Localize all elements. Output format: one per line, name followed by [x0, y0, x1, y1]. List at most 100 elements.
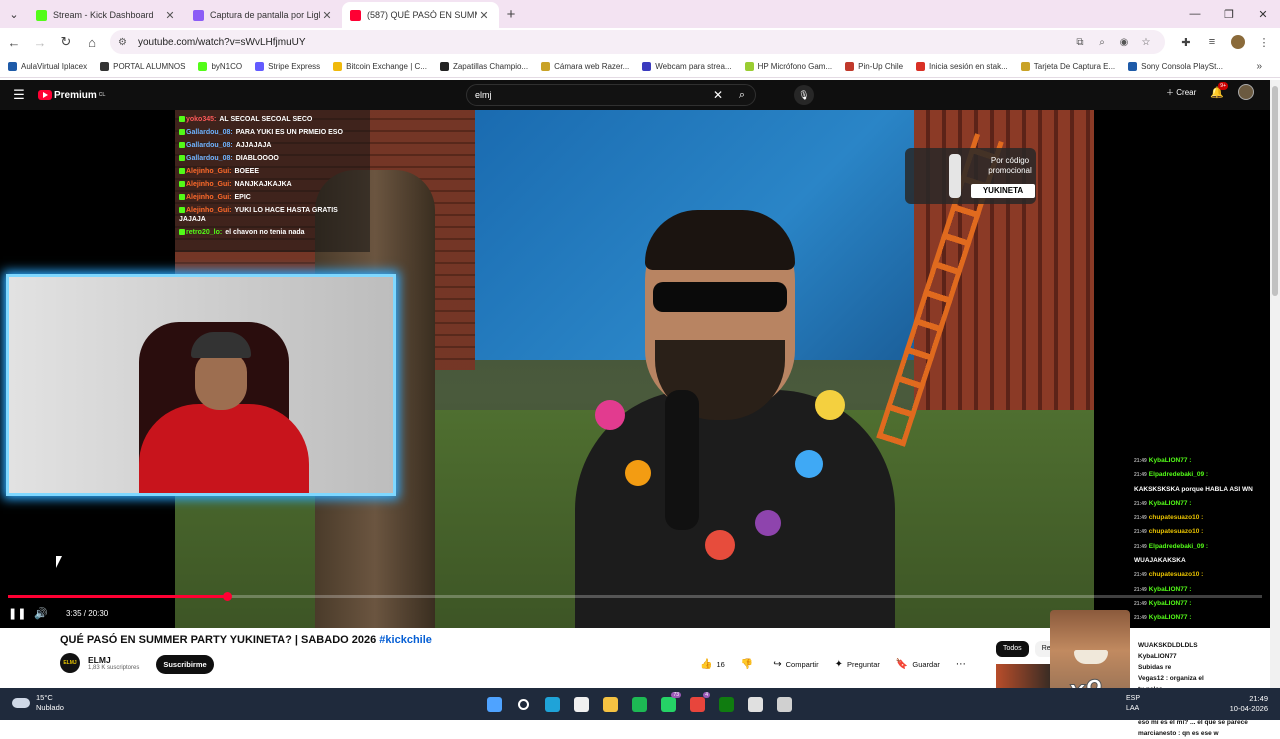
taskbar-obs-icon[interactable] [770, 692, 799, 716]
close-tab-icon[interactable]: ✕ [320, 9, 334, 22]
region-label: CL [98, 92, 106, 98]
address-bar[interactable]: ⚙ youtube.com/watch?v=sWvLHfjmuUY ⧉ ⌕ ◉ … [110, 30, 1165, 54]
bookmark-item[interactable]: Webcam para strea... [642, 62, 732, 71]
close-window-icon[interactable]: ✕ [1246, 8, 1280, 21]
forward-arrow-icon[interactable]: → [28, 35, 52, 50]
explorer-glyph [603, 696, 618, 712]
reload-icon[interactable]: ↻ [54, 34, 78, 50]
close-tab-icon[interactable]: ✕ [477, 9, 491, 22]
window-controls: — ❐ ✕ [1178, 0, 1280, 28]
bookmark-item[interactable]: Bitcoin Exchange | C... [333, 62, 427, 71]
tab-youtube[interactable]: (587) QUÉ PASÓ EN SUMMER ✕ [342, 2, 499, 28]
chat-timestamp: 21:49 [1134, 615, 1147, 622]
more-actions-button[interactable]: ⋯ [956, 655, 970, 674]
create-button[interactable]: ＋ Crear [1166, 87, 1196, 98]
promo-code-overlay: Por código promocional YUKINETA [905, 148, 1036, 204]
bookmark-item[interactable]: Pin-Up Chile [845, 62, 903, 71]
search-icon[interactable]: ⌕ [729, 89, 755, 102]
save-button[interactable]: 🔖 Guardar [896, 655, 940, 674]
bookmark-favicon-icon [1128, 62, 1138, 71]
kick-chat-overlay-top: yoko345: AL SECOAL SECOAL SECO Gallardou_0… [175, 110, 370, 252]
back-arrow-icon[interactable]: ← [2, 35, 26, 50]
taskbar-edge-icon[interactable] [538, 692, 567, 716]
taskbar-capture-icon[interactable] [741, 692, 770, 716]
account-avatar[interactable] [1238, 84, 1254, 100]
bookmark-item[interactable]: HP Micrófono Gam... [744, 62, 832, 71]
ask-button[interactable]: ✦ Preguntar [835, 655, 880, 674]
taskbar-whatsapp-icon[interactable]: 73 [654, 692, 683, 716]
mouse-cursor-icon [56, 556, 62, 568]
extensions-icon[interactable]: ✚ [1173, 36, 1199, 49]
taskbar-start-icon[interactable] [480, 692, 509, 716]
tab-lightshot[interactable]: Captura de pantalla por Lightsh ✕ [185, 2, 342, 28]
system-clock[interactable]: 21:49 10-04-2026 [1230, 694, 1268, 714]
video-player[interactable]: Por código promocional YUKINETA yoko345:… [0, 110, 1270, 628]
bookmark-item[interactable]: PORTAL ALUMNOS [100, 62, 185, 71]
page-scrollbar[interactable] [1270, 80, 1280, 688]
more-bookmarks-icon[interactable]: » [1256, 61, 1262, 72]
clock-time: 21:49 [1249, 694, 1268, 703]
chat-username: chupatesuazo10 : [1148, 571, 1204, 579]
home-icon[interactable]: ⌂ [80, 35, 104, 50]
channel-avatar[interactable]: ELMJ [60, 653, 80, 673]
site-info-icon[interactable]: ⚙ [118, 37, 132, 48]
eye-off-icon[interactable]: ◉ [1113, 37, 1135, 48]
share-button[interactable]: ↪ Compartir [773, 655, 818, 674]
chat-text: PARA YUKI ES UN PRMEIO ESO [235, 129, 343, 136]
kebab-menu-icon[interactable]: ⋮ [1251, 36, 1277, 49]
taskbar-spotify-icon[interactable] [625, 692, 654, 716]
chat-timestamp: 21:49 [1134, 515, 1147, 522]
subscribe-button[interactable]: Suscribirme [156, 655, 214, 674]
taskbar-chrome-icon[interactable]: 4 [683, 692, 712, 716]
bookmark-star-icon[interactable]: ☆ [1135, 37, 1157, 48]
new-tab-button[interactable]: + [499, 6, 523, 23]
hashtag-link[interactable]: #kickchile [379, 634, 432, 646]
media-controls-icon[interactable]: ≡ [1199, 36, 1225, 48]
chat-text: AJJAJAJA [235, 142, 272, 149]
bookmark-item[interactable]: Tarjeta De Captura E... [1020, 62, 1115, 71]
zoom-icon[interactable]: ⌕ [1091, 37, 1113, 48]
video-progress-bar[interactable] [8, 592, 1262, 601]
install-app-icon[interactable]: ⧉ [1069, 37, 1091, 48]
youtube-premium-logo[interactable]: Premium CL [38, 90, 105, 101]
search-box[interactable]: elmj ✕ ⌕ [466, 84, 756, 106]
bookmark-item[interactable]: Cámara web Razer... [541, 62, 629, 71]
pause-icon[interactable]: ❚❚ [8, 607, 26, 620]
taskbar-store-icon[interactable] [567, 692, 596, 716]
chip-all[interactable]: Todos [996, 641, 1029, 657]
close-tab-icon[interactable]: ✕ [163, 9, 177, 22]
channel-name[interactable]: ELMJ [88, 655, 139, 665]
chat-timestamp: 21:49 [1134, 500, 1147, 507]
tab-kick-dashboard[interactable]: Stream - Kick Dashboard ✕ [28, 2, 185, 28]
tab-search-chevron-icon[interactable]: ⌄ [0, 0, 28, 28]
taskbar-xbox-icon[interactable] [712, 692, 741, 716]
scrollbar-thumb[interactable] [1272, 86, 1278, 296]
clear-search-icon[interactable]: ✕ [707, 88, 729, 102]
dislike-button[interactable]: 👎 [741, 655, 757, 674]
bookmark-item[interactable]: Stripe Express [255, 62, 320, 71]
chat-message: Subidas re [1138, 664, 1172, 671]
bookmark-item[interactable]: Zapatillas Champio... [439, 62, 528, 71]
taskbar-search-icon[interactable] [509, 692, 538, 716]
volume-icon[interactable]: 🔊 [34, 607, 52, 620]
related-video-thumbnail[interactable] [996, 664, 1050, 688]
weather-widget[interactable]: 15°C Nublado [12, 693, 64, 713]
hamburger-menu-icon[interactable]: ☰ [0, 87, 38, 103]
minimize-icon[interactable]: — [1178, 8, 1212, 20]
bookmark-item[interactable]: Inicia sesión en stak... [916, 62, 1008, 71]
notifications-bell-icon[interactable]: 🔔 9+ [1210, 81, 1228, 99]
bookmark-item[interactable]: AulaVirtual Iplacex [8, 62, 87, 71]
url-text[interactable]: youtube.com/watch?v=sWvLHfjmuUY [138, 37, 1069, 48]
voice-search-mic-icon[interactable]: 🎙 [794, 85, 814, 105]
input-language[interactable]: ESP LAA [1126, 694, 1140, 714]
search-input[interactable]: elmj [475, 90, 707, 100]
bookmark-item[interactable]: Sony Consola PlaySt... [1128, 62, 1223, 71]
bookmark-favicon-icon [642, 62, 652, 71]
restore-icon[interactable]: ❐ [1212, 8, 1246, 21]
profile-avatar[interactable] [1231, 35, 1245, 49]
taskbar-explorer-icon[interactable] [596, 692, 625, 716]
like-button[interactable]: 👍 16 [700, 655, 725, 674]
chat-timestamp: 21:49 [1134, 572, 1147, 579]
notification-count-badge: 9+ [1218, 81, 1228, 90]
bookmark-item[interactable]: byN1CO [198, 62, 242, 71]
